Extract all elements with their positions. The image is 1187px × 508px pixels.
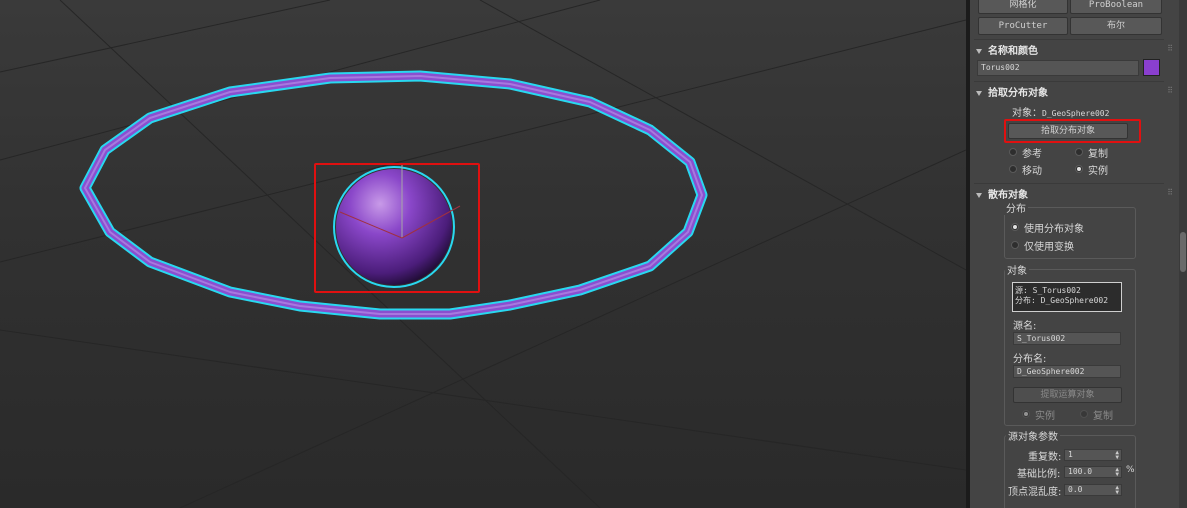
collapse-arrow-icon: [976, 90, 982, 96]
distribution-name-field[interactable]: D_GeoSphere002: [1013, 365, 1121, 378]
spinner-arrows-icon[interactable]: ▲ ▼: [1115, 485, 1119, 496]
collapse-arrow-icon: [976, 192, 982, 198]
rollout-divider: [974, 81, 1164, 82]
grip-icon: ⠿: [1167, 86, 1173, 95]
grip-icon: ⠿: [1167, 44, 1173, 53]
duplicates-value: 1: [1068, 450, 1073, 459]
proboolean-button[interactable]: ProBoolean: [1070, 0, 1162, 14]
base-scale-label: 基础比例:: [1017, 469, 1061, 480]
vertex-chaos-value: 0.0: [1068, 485, 1083, 494]
extract-operand-button[interactable]: 提取运算对象: [1013, 387, 1122, 403]
grip-icon: ⠿: [1167, 188, 1173, 197]
extract-instance-label: 实例: [1035, 411, 1055, 422]
base-scale-value: 100.0: [1068, 467, 1093, 476]
instance-label: 实例: [1088, 166, 1108, 177]
use-transforms-only-radio[interactable]: [1011, 241, 1019, 249]
color-swatch[interactable]: [1143, 59, 1160, 76]
move-radio[interactable]: [1009, 165, 1017, 173]
rollout-name-color-title: 名称和颜色: [988, 46, 1038, 57]
source-name-field[interactable]: S_Torus002: [1013, 332, 1121, 345]
duplicates-spinner[interactable]: 1 ▲ ▼: [1064, 449, 1122, 461]
vertex-chaos-label: 顶点混乱度:: [1008, 487, 1062, 498]
rollout-pick-distribution[interactable]: 拾取分布对象: [976, 84, 1048, 99]
base-scale-unit: %: [1126, 465, 1135, 475]
reference-radio[interactable]: [1009, 148, 1017, 156]
pick-button-highlight-box: [1004, 119, 1141, 143]
distribution-name-label: 分布名:: [1013, 354, 1047, 365]
rollout-scatter-objects[interactable]: 散布对象: [976, 186, 1028, 201]
command-panel: 网格化 ProBoolean ProCutter 布尔 名称和颜色 ⠿ Toru…: [970, 0, 1187, 508]
duplicates-label: 重复数:: [1028, 452, 1062, 463]
reference-label: 参考: [1022, 149, 1042, 160]
move-label: 移动: [1022, 166, 1042, 177]
operand-list-item[interactable]: 分布: D_GeoSphere002: [1015, 295, 1108, 306]
procutter-button[interactable]: ProCutter: [978, 17, 1068, 35]
operands-list[interactable]: 源: S_Torus002 分布: D_GeoSphere002: [1012, 282, 1122, 312]
objects-group-label: 对象: [1005, 262, 1029, 277]
panel-scrollbar[interactable]: [1179, 0, 1187, 508]
mesh-button[interactable]: 网格化: [978, 0, 1068, 14]
extract-copy-radio[interactable]: [1080, 410, 1088, 418]
rollout-pick-distribution-title: 拾取分布对象: [988, 88, 1048, 99]
rollout-divider: [974, 183, 1164, 184]
extract-instance-radio[interactable]: [1022, 410, 1030, 418]
use-distribution-object-radio[interactable]: [1011, 223, 1019, 231]
spinner-arrows-icon[interactable]: ▲ ▼: [1115, 450, 1119, 461]
viewport-perspective[interactable]: [0, 0, 966, 508]
vertex-chaos-spinner[interactable]: 0.0 ▲ ▼: [1064, 484, 1122, 496]
rollout-name-color[interactable]: 名称和颜色: [976, 42, 1038, 57]
viewport-scene[interactable]: [0, 0, 966, 508]
object-name-field[interactable]: Torus002: [977, 60, 1139, 76]
source-name-label: 源名:: [1013, 321, 1037, 332]
object-value: D_GeoSphere002: [1042, 109, 1110, 118]
copy-label: 复制: [1088, 149, 1108, 160]
scrollbar-thumb[interactable]: [1180, 232, 1186, 272]
distribution-object-label: 对象：D_GeoSphere002: [1012, 104, 1109, 119]
object-label: 对象：: [1012, 108, 1042, 119]
use-distribution-object-label: 使用分布对象: [1024, 224, 1084, 235]
rollout-divider: [974, 39, 1164, 40]
source-params-group-label: 源对象参数: [1006, 428, 1060, 443]
spinner-arrows-icon[interactable]: ▲ ▼: [1115, 467, 1119, 478]
use-transforms-only-label: 仅使用变换: [1024, 242, 1074, 253]
copy-radio[interactable]: [1075, 148, 1083, 156]
collapse-arrow-icon: [976, 48, 982, 54]
sphere-highlight-box: [314, 163, 480, 293]
instance-radio[interactable]: [1075, 165, 1083, 173]
base-scale-spinner[interactable]: 100.0 ▲ ▼: [1064, 466, 1122, 478]
boolean-button[interactable]: 布尔: [1070, 17, 1162, 35]
distribution-group-label: 分布: [1004, 200, 1028, 215]
extract-copy-label: 复制: [1093, 411, 1113, 422]
